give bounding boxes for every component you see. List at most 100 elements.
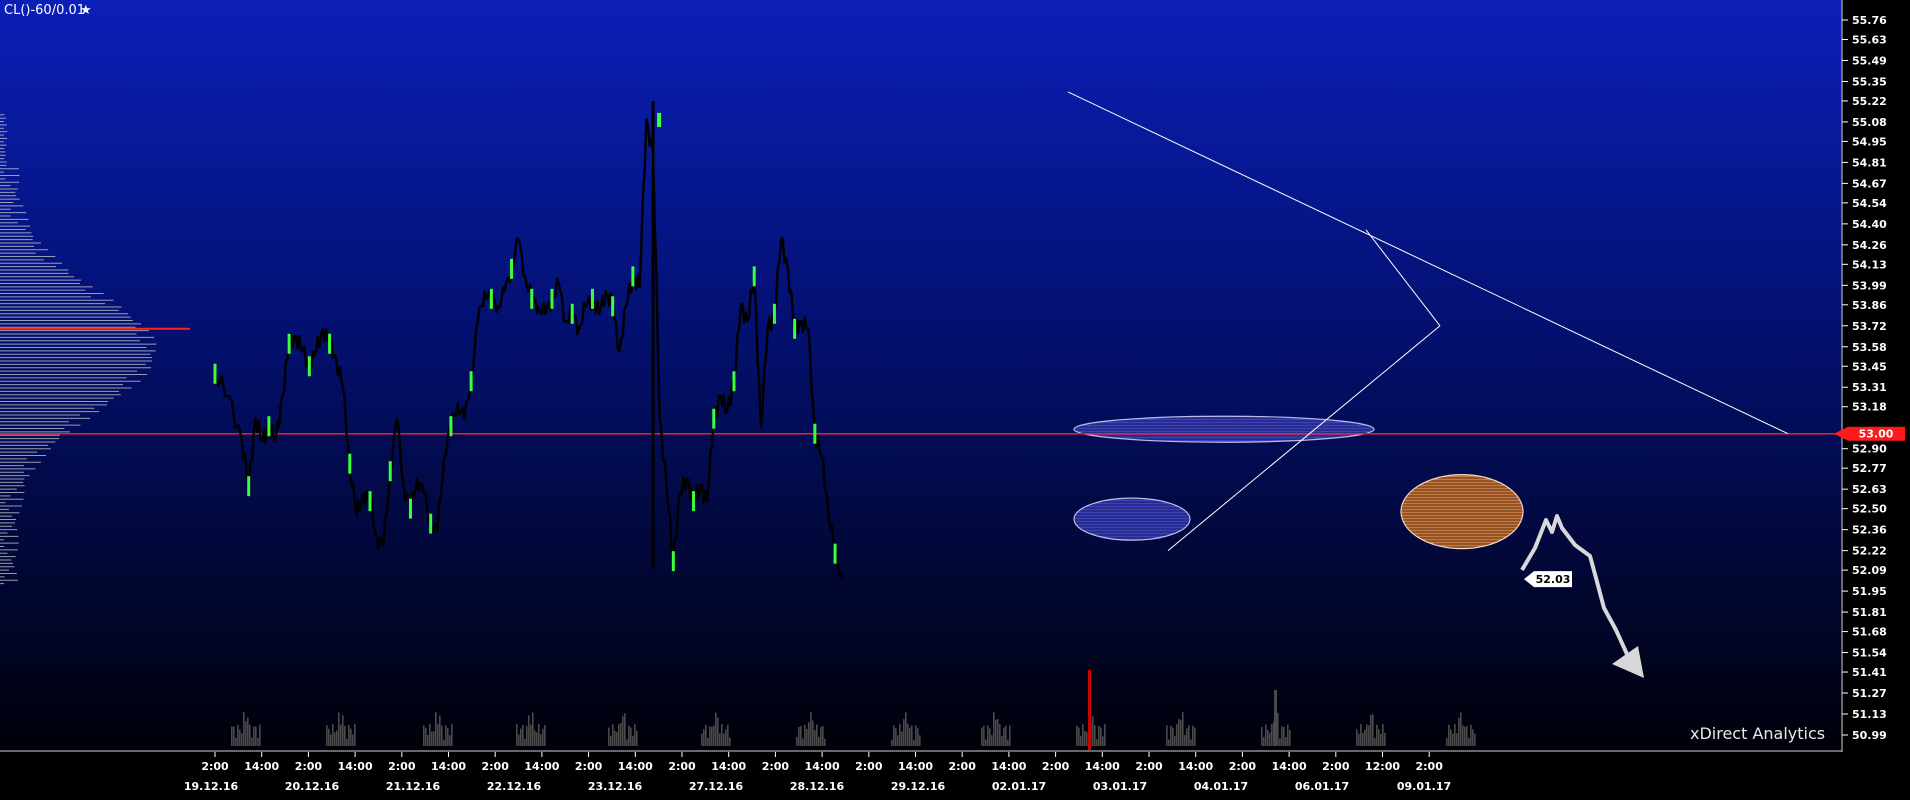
volume-bar	[717, 717, 719, 746]
volume-bar	[1178, 718, 1180, 746]
y-tick-label: 51.54	[1852, 647, 1887, 660]
volume-bar	[626, 739, 628, 746]
volume-bar	[636, 730, 638, 746]
highlight-bar	[429, 513, 433, 534]
volume-bar	[352, 734, 354, 746]
volume-bar	[620, 722, 622, 746]
highlight-bar	[408, 498, 412, 519]
y-tick-label: 50.99	[1852, 729, 1887, 742]
volume-bar	[709, 726, 711, 746]
volume-bar	[247, 717, 249, 746]
volume-bar	[907, 723, 909, 746]
volume-bar	[1176, 724, 1178, 746]
volume-bar	[544, 724, 546, 746]
volume-bar	[447, 728, 449, 746]
volume-bar	[1265, 724, 1267, 746]
volume-bar	[542, 728, 544, 746]
volume-bar	[1374, 738, 1376, 746]
volume-bar	[1086, 731, 1088, 746]
y-tick-label: 55.35	[1852, 75, 1887, 88]
volume-bar	[1005, 725, 1007, 746]
volume-bar	[1283, 726, 1285, 746]
x-tick-label: 12:00	[1365, 760, 1400, 773]
volume-bar	[993, 712, 995, 746]
highlight-bar	[631, 266, 635, 287]
volume-bar	[534, 730, 536, 746]
x-tick-label: 2:00	[1042, 760, 1070, 773]
volume-bar	[1289, 729, 1291, 746]
highlight-bar	[570, 303, 574, 324]
volume-bar	[437, 723, 439, 746]
volume-bar	[340, 724, 342, 746]
y-tick-label: 55.49	[1852, 54, 1887, 67]
y-tick-label: 51.41	[1852, 666, 1887, 679]
volume-bar	[1464, 726, 1466, 746]
x-tick-label: 2:00	[949, 760, 977, 773]
volume-bar	[528, 715, 530, 746]
y-tick-label: 55.63	[1852, 33, 1887, 46]
volume-bar	[520, 728, 522, 746]
volume-bar	[1366, 724, 1368, 746]
highlight-bar	[550, 288, 554, 309]
volume-bar	[903, 719, 905, 746]
y-tick-label: 54.40	[1852, 218, 1887, 231]
volume-bar	[987, 725, 989, 746]
axis-panel-right	[1842, 0, 1910, 752]
highlight-bar	[510, 258, 514, 279]
volume-bar	[445, 725, 447, 746]
volume-spike-bar	[1088, 670, 1091, 750]
volume-bar	[1466, 726, 1468, 746]
highlight-bar	[732, 371, 736, 392]
x-date-label: 06.01.17	[1295, 780, 1349, 793]
volume-bar	[443, 739, 445, 746]
volume-bar	[899, 724, 901, 746]
y-tick-label: 53.18	[1852, 401, 1887, 414]
volume-bar	[1372, 714, 1374, 746]
volume-bar	[354, 724, 356, 746]
chart-title: CL()-60/0.01	[4, 3, 85, 18]
volume-bar	[526, 725, 528, 746]
volume-bar	[1285, 737, 1287, 746]
volume-bar	[1267, 730, 1269, 746]
volume-bar	[538, 724, 540, 746]
x-tick-label: 14:00	[1272, 760, 1307, 773]
highlight-bar	[530, 288, 534, 309]
volume-bar	[239, 729, 241, 746]
x-date-label: 04.01.17	[1194, 780, 1248, 793]
volume-bar	[919, 735, 921, 746]
volume-bar	[245, 721, 247, 746]
highlight-bar	[813, 423, 817, 444]
volume-bar	[435, 712, 437, 746]
volume-bar	[1384, 732, 1386, 746]
x-tick-label: 2:00	[1322, 760, 1350, 773]
x-tick-label: 2:00	[482, 760, 510, 773]
highlight-bar	[267, 416, 271, 437]
y-tick-label: 54.95	[1852, 135, 1887, 148]
volume-bar	[524, 738, 526, 746]
volume-bar	[1474, 733, 1476, 746]
volume-bar	[257, 737, 259, 746]
volume-bar	[725, 729, 727, 746]
volume-bar	[808, 722, 810, 746]
x-tick-label: 2:00	[668, 760, 696, 773]
volume-bar	[1174, 735, 1176, 746]
volume-bar	[1082, 724, 1084, 746]
volume-bar	[915, 725, 917, 746]
volume-bar	[350, 728, 352, 746]
volume-bar	[1460, 712, 1462, 746]
y-tick-label: 53.86	[1852, 299, 1887, 312]
volume-bar	[1454, 724, 1456, 746]
y-tick-label: 55.08	[1852, 116, 1887, 129]
volume-bar	[346, 738, 348, 746]
volume-bar	[332, 724, 334, 746]
star-icon[interactable]: ★	[80, 3, 92, 18]
volume-bar	[1092, 716, 1094, 746]
x-tick-label: 14:00	[991, 760, 1026, 773]
highlight-bar	[368, 491, 372, 512]
volume-bar	[622, 716, 624, 746]
y-tick-label: 52.09	[1852, 564, 1887, 577]
x-tick-label: 2:00	[762, 760, 790, 773]
volume-bar	[798, 727, 800, 746]
x-date-label: 09.01.17	[1397, 780, 1451, 793]
volume-bar	[1076, 725, 1078, 746]
